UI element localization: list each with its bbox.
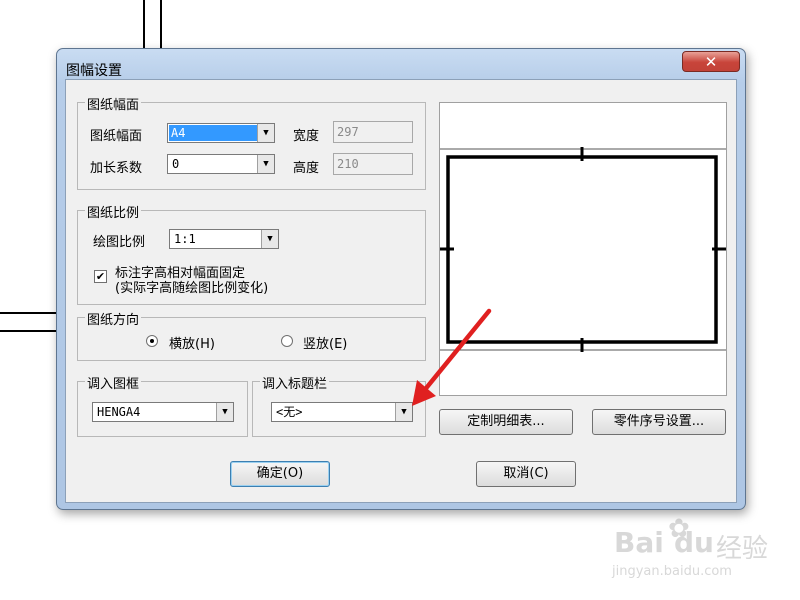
preview-frame (446, 155, 718, 344)
watermark-url: jingyan.baidu.com (612, 564, 732, 579)
close-icon: ✕ (704, 53, 718, 71)
chevron-down-icon[interactable]: ▼ (261, 230, 278, 248)
extend-factor-label: 加长系数 (90, 161, 143, 176)
load-frame-group-legend: 调入图框 (85, 373, 142, 392)
paper-size-combo[interactable]: A4 ▼ (167, 123, 275, 143)
height-field: 210 (333, 153, 413, 175)
background-line (160, 0, 162, 50)
portrait-radio[interactable] (281, 335, 293, 347)
drawing-scale-label: 绘图比例 (93, 235, 146, 250)
drawing-scale-value: 1:1 (174, 232, 196, 246)
load-titlebar-group: 调入标题栏 <无> ▼ (252, 373, 426, 437)
watermark-jingyan: 经验 (716, 534, 769, 564)
custom-detail-list-button[interactable]: 定制明细表... (439, 409, 573, 435)
fixed-text-height-checkbox[interactable]: ✔ (94, 270, 107, 283)
check-icon: ✔ (95, 270, 106, 283)
chevron-down-icon[interactable]: ▼ (216, 403, 233, 421)
width-field: 297 (333, 121, 413, 143)
portrait-label[interactable]: 竖放(E) (303, 333, 347, 352)
ok-button[interactable]: 确定(O) (230, 461, 330, 487)
drawing-scale-combo[interactable]: 1:1 ▼ (169, 229, 279, 249)
frame-value: HENGA4 (97, 405, 141, 419)
watermark-brand2: du (674, 526, 714, 559)
extend-factor-combo[interactable]: 0 ▼ (167, 154, 275, 174)
background-line (0, 330, 58, 332)
background-line (143, 0, 145, 50)
load-titlebar-group-legend: 调入标题栏 (260, 373, 330, 392)
part-number-settings-button[interactable]: 零件序号设置... (592, 409, 726, 435)
load-frame-group: 调入图框 HENGA4 ▼ (77, 373, 248, 437)
paper-size-group: 图纸幅面 图纸幅面 A4 ▼ 宽度 297 加长系数 0 ▼ 高度 210 (77, 94, 426, 190)
height-label: 高度 (293, 161, 320, 176)
drawing-scale-group-legend: 图纸比例 (85, 202, 142, 221)
dialog-client: 图纸幅面 图纸幅面 A4 ▼ 宽度 297 加长系数 0 ▼ 高度 210 图纸… (65, 79, 737, 503)
paper-size-value: A4 (169, 125, 257, 141)
landscape-label[interactable]: 横放(H) (169, 333, 215, 352)
paper-size-label: 图纸幅面 (90, 129, 143, 144)
paper-size-group-legend: 图纸幅面 (85, 94, 142, 113)
extend-factor-value: 0 (172, 157, 180, 171)
fixed-text-height-note: (实际字高随绘图比例变化) (115, 281, 269, 296)
chevron-down-icon[interactable]: ▼ (257, 124, 274, 142)
frame-combo[interactable]: HENGA4 ▼ (92, 402, 234, 422)
paper-preview-drawing (440, 147, 726, 352)
close-button[interactable]: ✕ (682, 51, 740, 72)
drawing-scale-group: 图纸比例 绘图比例 1:1 ▼ ✔ 标注字高相对幅面固定 (实际字高随绘图比例变… (77, 202, 426, 305)
chevron-down-icon[interactable]: ▼ (395, 403, 412, 421)
titlebar-combo[interactable]: <无> ▼ (271, 402, 413, 422)
watermark-brand: Bai (614, 526, 664, 559)
cancel-button[interactable]: 取消(C) (476, 461, 576, 487)
radio-dot (150, 339, 154, 343)
orientation-group: 图纸方向 横放(H) 竖放(E) (77, 309, 426, 361)
orientation-group-legend: 图纸方向 (85, 309, 142, 328)
titlebar-value: <无> (276, 405, 303, 419)
paper-preview (439, 102, 727, 396)
watermark: Bai ✿ du 经验 jingyan.baidu.com (608, 514, 798, 595)
landscape-radio[interactable] (146, 335, 158, 347)
background-line (0, 312, 58, 314)
dialog-title: 图幅设置 (66, 63, 122, 79)
width-label: 宽度 (293, 129, 320, 144)
chevron-down-icon[interactable]: ▼ (257, 155, 274, 173)
figure-setup-dialog: 图幅设置 ✕ 图纸幅面 图纸幅面 A4 ▼ 宽度 297 加长系数 0 ▼ 高度… (56, 48, 746, 510)
